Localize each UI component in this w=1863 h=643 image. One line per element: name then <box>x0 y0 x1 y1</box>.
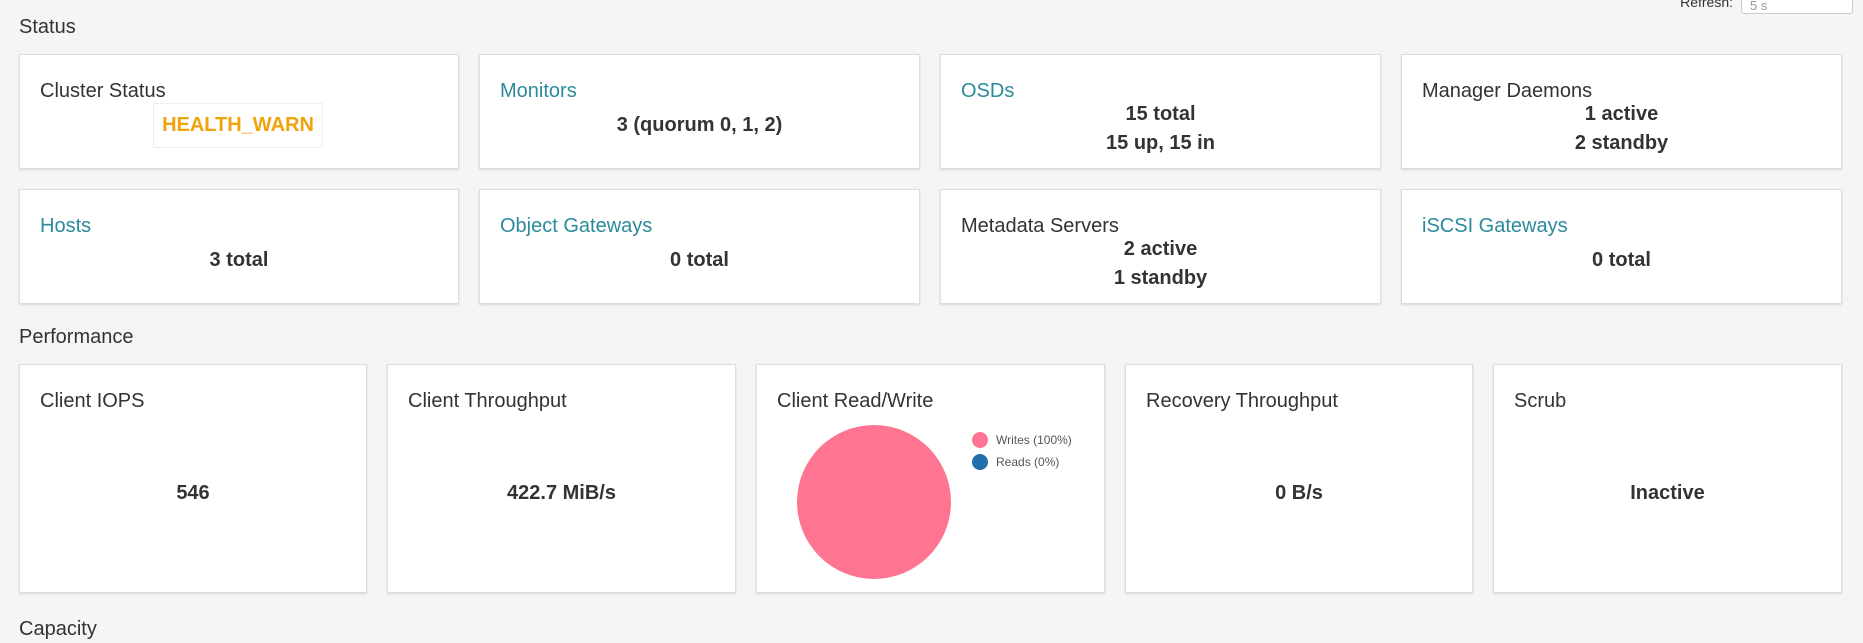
recovery-throughput-title: Recovery Throughput <box>1146 390 1338 412</box>
hosts-card: Hosts 3 total <box>19 189 459 304</box>
reads-color-swatch <box>972 454 988 470</box>
health-status-badge[interactable]: HEALTH_WARN <box>153 103 323 148</box>
client-throughput-value: 422.7 MiB/s <box>507 482 616 504</box>
client-iops-card: Client IOPS 546 <box>19 364 367 593</box>
legend-item-writes[interactable]: Writes (100%) <box>972 429 1072 451</box>
monitors-link[interactable]: Monitors <box>500 80 577 103</box>
monitors-value: 3 (quorum 0, 1, 2) <box>616 114 783 136</box>
osds-card: OSDs 15 total 15 up, 15 in <box>940 54 1381 169</box>
legend-item-reads[interactable]: Reads (0%) <box>972 451 1072 473</box>
iscsi-gateways-card: iSCSI Gateways 0 total <box>1401 189 1842 304</box>
read-write-pie-chart <box>797 425 951 579</box>
pie-slice-writes[interactable] <box>797 425 951 579</box>
scrub-title: Scrub <box>1514 390 1567 412</box>
manager-daemons-card: Manager Daemons 1 active 2 standby <box>1401 54 1842 169</box>
writes-color-swatch <box>972 432 988 448</box>
scrub-card: Scrub Inactive <box>1493 364 1842 593</box>
osds-total: 15 total <box>1125 103 1196 125</box>
manager-daemons-active: 1 active <box>1584 103 1659 125</box>
metadata-servers-standby: 1 standby <box>1113 267 1208 289</box>
recovery-throughput-value: 0 B/s <box>1275 482 1323 504</box>
hosts-link[interactable]: Hosts <box>40 215 91 238</box>
legend-reads-label: Reads (0%) <box>996 455 1060 469</box>
object-gateways-card: Object Gateways 0 total <box>479 189 920 304</box>
chart-legend: Writes (100%) Reads (0%) <box>972 429 1072 473</box>
client-iops-value: 546 <box>176 482 210 504</box>
client-iops-title: Client IOPS <box>40 390 145 412</box>
client-read-write-card: Client Read/Write Writes (100%) Reads (0… <box>756 364 1105 593</box>
scrub-value: Inactive <box>1630 482 1705 504</box>
iscsi-gateways-link[interactable]: iSCSI Gateways <box>1422 215 1568 238</box>
refresh-interval-value: 5 s <box>1750 0 1768 13</box>
status-section-title: Status <box>19 16 76 38</box>
cluster-status-title: Cluster Status <box>40 80 166 102</box>
performance-section-title: Performance <box>19 326 134 348</box>
osds-up-in: 15 up, 15 in <box>1106 132 1215 154</box>
legend-writes-label: Writes (100%) <box>996 433 1072 447</box>
recovery-throughput-card: Recovery Throughput 0 B/s <box>1125 364 1473 593</box>
metadata-servers-active: 2 active <box>1123 238 1198 260</box>
object-gateways-value: 0 total <box>670 249 729 271</box>
refresh-label: Refresh: <box>1680 0 1733 10</box>
capacity-section-title: Capacity <box>19 618 97 640</box>
object-gateways-link[interactable]: Object Gateways <box>500 215 652 238</box>
refresh-control: Refresh: 5 s <box>1680 0 1853 14</box>
hosts-value: 3 total <box>209 249 269 271</box>
manager-daemons-standby: 2 standby <box>1574 132 1669 154</box>
client-throughput-title: Client Throughput <box>408 390 567 412</box>
monitors-card: Monitors 3 (quorum 0, 1, 2) <box>479 54 920 169</box>
iscsi-gateways-value: 0 total <box>1592 249 1651 271</box>
client-throughput-card: Client Throughput 422.7 MiB/s <box>387 364 736 593</box>
refresh-interval-select[interactable]: 5 s <box>1741 0 1853 14</box>
client-read-write-title: Client Read/Write <box>777 390 934 412</box>
metadata-servers-card: Metadata Servers 2 active 1 standby <box>940 189 1381 304</box>
cluster-status-card: Cluster Status HEALTH_WARN <box>19 54 459 169</box>
